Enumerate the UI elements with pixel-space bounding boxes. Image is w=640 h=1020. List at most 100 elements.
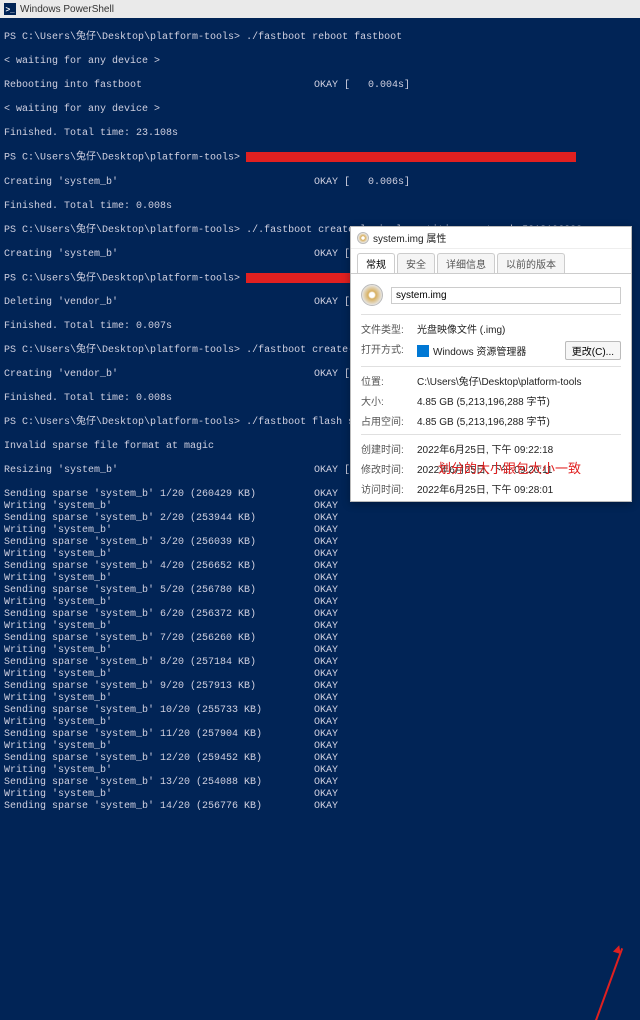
value-location: C:\Users\兔仔\Desktop\platform-tools [417, 373, 621, 388]
line: Writing 'system_b'OKAY [4, 501, 636, 513]
line: Sending sparse 'system_b' 10/20 (255733 … [4, 705, 636, 717]
line: Sending sparse 'system_b' 5/20 (256780 K… [4, 585, 636, 597]
dialog-title: system.img 属性 [373, 230, 446, 245]
line: Sending sparse 'system_b' 9/20 (257913 K… [4, 681, 636, 693]
line-text: Writing 'system_b' [4, 789, 112, 800]
line-text: Writing 'system_b' [4, 621, 112, 632]
line-text: Sending sparse 'system_b' 1/20 (260429 K… [4, 489, 256, 500]
line-text: Sending sparse 'system_b' 9/20 (257913 K… [4, 681, 256, 692]
line: Rebooting into fastboot [4, 80, 142, 91]
line-text: Sending sparse 'system_b' 13/20 (254088 … [4, 777, 262, 788]
status-ok: OKAY [314, 549, 338, 561]
line: Writing 'system_b' OKAY [4, 573, 636, 585]
status-ok: OKAY [314, 633, 338, 645]
dialog-titlebar[interactable]: system.img 属性 [351, 227, 631, 249]
label-sizeondisk: 占用空间: [361, 413, 411, 428]
openwith-text: Windows 资源管理器 [433, 343, 526, 358]
tab-previous[interactable]: 以前的版本 [497, 253, 565, 273]
line: Sending sparse 'system_b' 7/20 (256260 K… [4, 633, 636, 645]
line: < waiting for any device > [4, 56, 636, 68]
powershell-icon: >_ [4, 3, 16, 15]
line-text: Sending sparse 'system_b' 14/20 (256776 … [4, 801, 262, 812]
line: Sending sparse 'system_b' 14/20 (256776 … [4, 801, 636, 813]
line: Sending sparse 'system_b' 8/20 (257184 K… [4, 657, 636, 669]
status-ok: OKAY [314, 681, 338, 693]
line-text: Sending sparse 'system_b' 2/20 (253944 K… [4, 513, 256, 524]
line: Sending sparse 'system_b' 13/20 (254088 … [4, 777, 636, 789]
status-ok: OKAY [314, 729, 338, 741]
line-text: Writing 'system_b' [4, 525, 112, 536]
redaction-bar [246, 152, 576, 162]
status-ok: OKAY [ 0.006s] [314, 177, 410, 189]
status-ok: OKAY [314, 693, 338, 705]
tab-general[interactable]: 常规 [357, 253, 395, 273]
line: Writing 'system_b'OKAY [4, 717, 636, 729]
status-ok: OKAY [314, 525, 338, 537]
label-accessed: 访问时间: [361, 481, 411, 496]
line-text: Writing 'system_b' [4, 717, 112, 728]
prompt: PS C:\Users\兔仔\Desktop\platform-tools> [4, 345, 240, 356]
status-ok: OKAY [314, 657, 338, 669]
prompt: PS C:\Users\兔仔\Desktop\platform-tools> [4, 32, 240, 43]
line-text: Writing 'system_b' [4, 765, 112, 776]
line-text: Writing 'system_b' [4, 597, 112, 608]
line: Writing 'system_b' OKAY [4, 621, 636, 633]
change-button[interactable]: 更改(C)... [565, 341, 621, 360]
annotation-text: 划分的大小跟包大小一致 [438, 458, 581, 477]
status-ok: OKAY [314, 585, 338, 597]
line: Sending sparse 'system_b' 3/20 (256039 K… [4, 537, 636, 549]
status-ok: OKAY [314, 669, 338, 681]
status-ok: OKAY [314, 597, 338, 609]
prompt: PS C:\Users\兔仔\Desktop\platform-tools> [4, 225, 240, 236]
status-ok: OKAY [314, 765, 338, 777]
line: Writing 'system_b' OKAY [4, 765, 636, 777]
prompt: PS C:\Users\兔仔\Desktop\platform-tools> [4, 273, 240, 284]
line: Sending sparse 'system_b' 11/20 (257904 … [4, 729, 636, 741]
line: Writing 'system_b'OKAY [4, 741, 636, 753]
line-text: Sending sparse 'system_b' 3/20 (256039 K… [4, 537, 256, 548]
line: Sending sparse 'system_b' 12/20 (259452 … [4, 753, 636, 765]
line-text: Sending sparse 'system_b' 10/20 (255733 … [4, 705, 262, 716]
value-accessed: 2022年6月25日, 下午 09:28:01 [417, 481, 621, 496]
value-sizeondisk: 4.85 GB (5,213,196,288 字节) [417, 413, 621, 428]
line: Writing 'system_b' OKAY [4, 789, 636, 801]
prompt: PS C:\Users\兔仔\Desktop\platform-tools> [4, 153, 240, 164]
label-created: 创建时间: [361, 441, 411, 456]
line-text: Sending sparse 'system_b' 4/20 (256652 K… [4, 561, 256, 572]
value-size: 4.85 GB (5,213,196,288 字节) [417, 393, 621, 408]
label-type: 文件类型: [361, 321, 411, 336]
disc-icon [357, 232, 369, 244]
status-ok: OKAY [314, 573, 338, 585]
window-titlebar: >_ Windows PowerShell [0, 0, 640, 18]
line: < waiting for any device > [4, 104, 636, 116]
tab-details[interactable]: 详细信息 [437, 253, 495, 273]
line: Sending sparse 'system_b' 6/20 (256372 K… [4, 609, 636, 621]
line: Creating 'system_b' [4, 177, 118, 188]
status-ok: OKAY [314, 801, 338, 813]
status-ok: OKAY [314, 753, 338, 765]
line: Writing 'system_b'OKAY [4, 693, 636, 705]
label-size: 大小: [361, 393, 411, 408]
line: Sending sparse 'system_b' 2/20 (253944 K… [4, 513, 636, 525]
line: Writing 'system_b' OKAY [4, 525, 636, 537]
status-ok: OKAY [314, 513, 338, 525]
line: Writing 'system_b'OKAY [4, 669, 636, 681]
status-ok: OKAY [314, 609, 338, 621]
status-ok: OKAY [314, 537, 338, 549]
status-ok: OKAY [314, 621, 338, 633]
status-ok: OKAY [314, 789, 338, 801]
line-text: Sending sparse 'system_b' 5/20 (256780 K… [4, 585, 256, 596]
line-text: Sending sparse 'system_b' 12/20 (259452 … [4, 753, 262, 764]
line-text: Sending sparse 'system_b' 6/20 (256372 K… [4, 609, 256, 620]
line: Writing 'system_b'OKAY [4, 549, 636, 561]
line: Creating 'system_b' [4, 249, 118, 260]
filename-input[interactable] [391, 287, 621, 304]
line-text: Writing 'system_b' [4, 573, 112, 584]
label-location: 位置: [361, 373, 411, 388]
value-openwith: Windows 资源管理器 [417, 341, 559, 360]
prompt: PS C:\Users\兔仔\Desktop\platform-tools> [4, 417, 240, 428]
window-title: Windows PowerShell [20, 4, 114, 15]
line-text: Writing 'system_b' [4, 645, 112, 656]
windows-icon [417, 345, 429, 357]
tab-security[interactable]: 安全 [397, 253, 435, 273]
